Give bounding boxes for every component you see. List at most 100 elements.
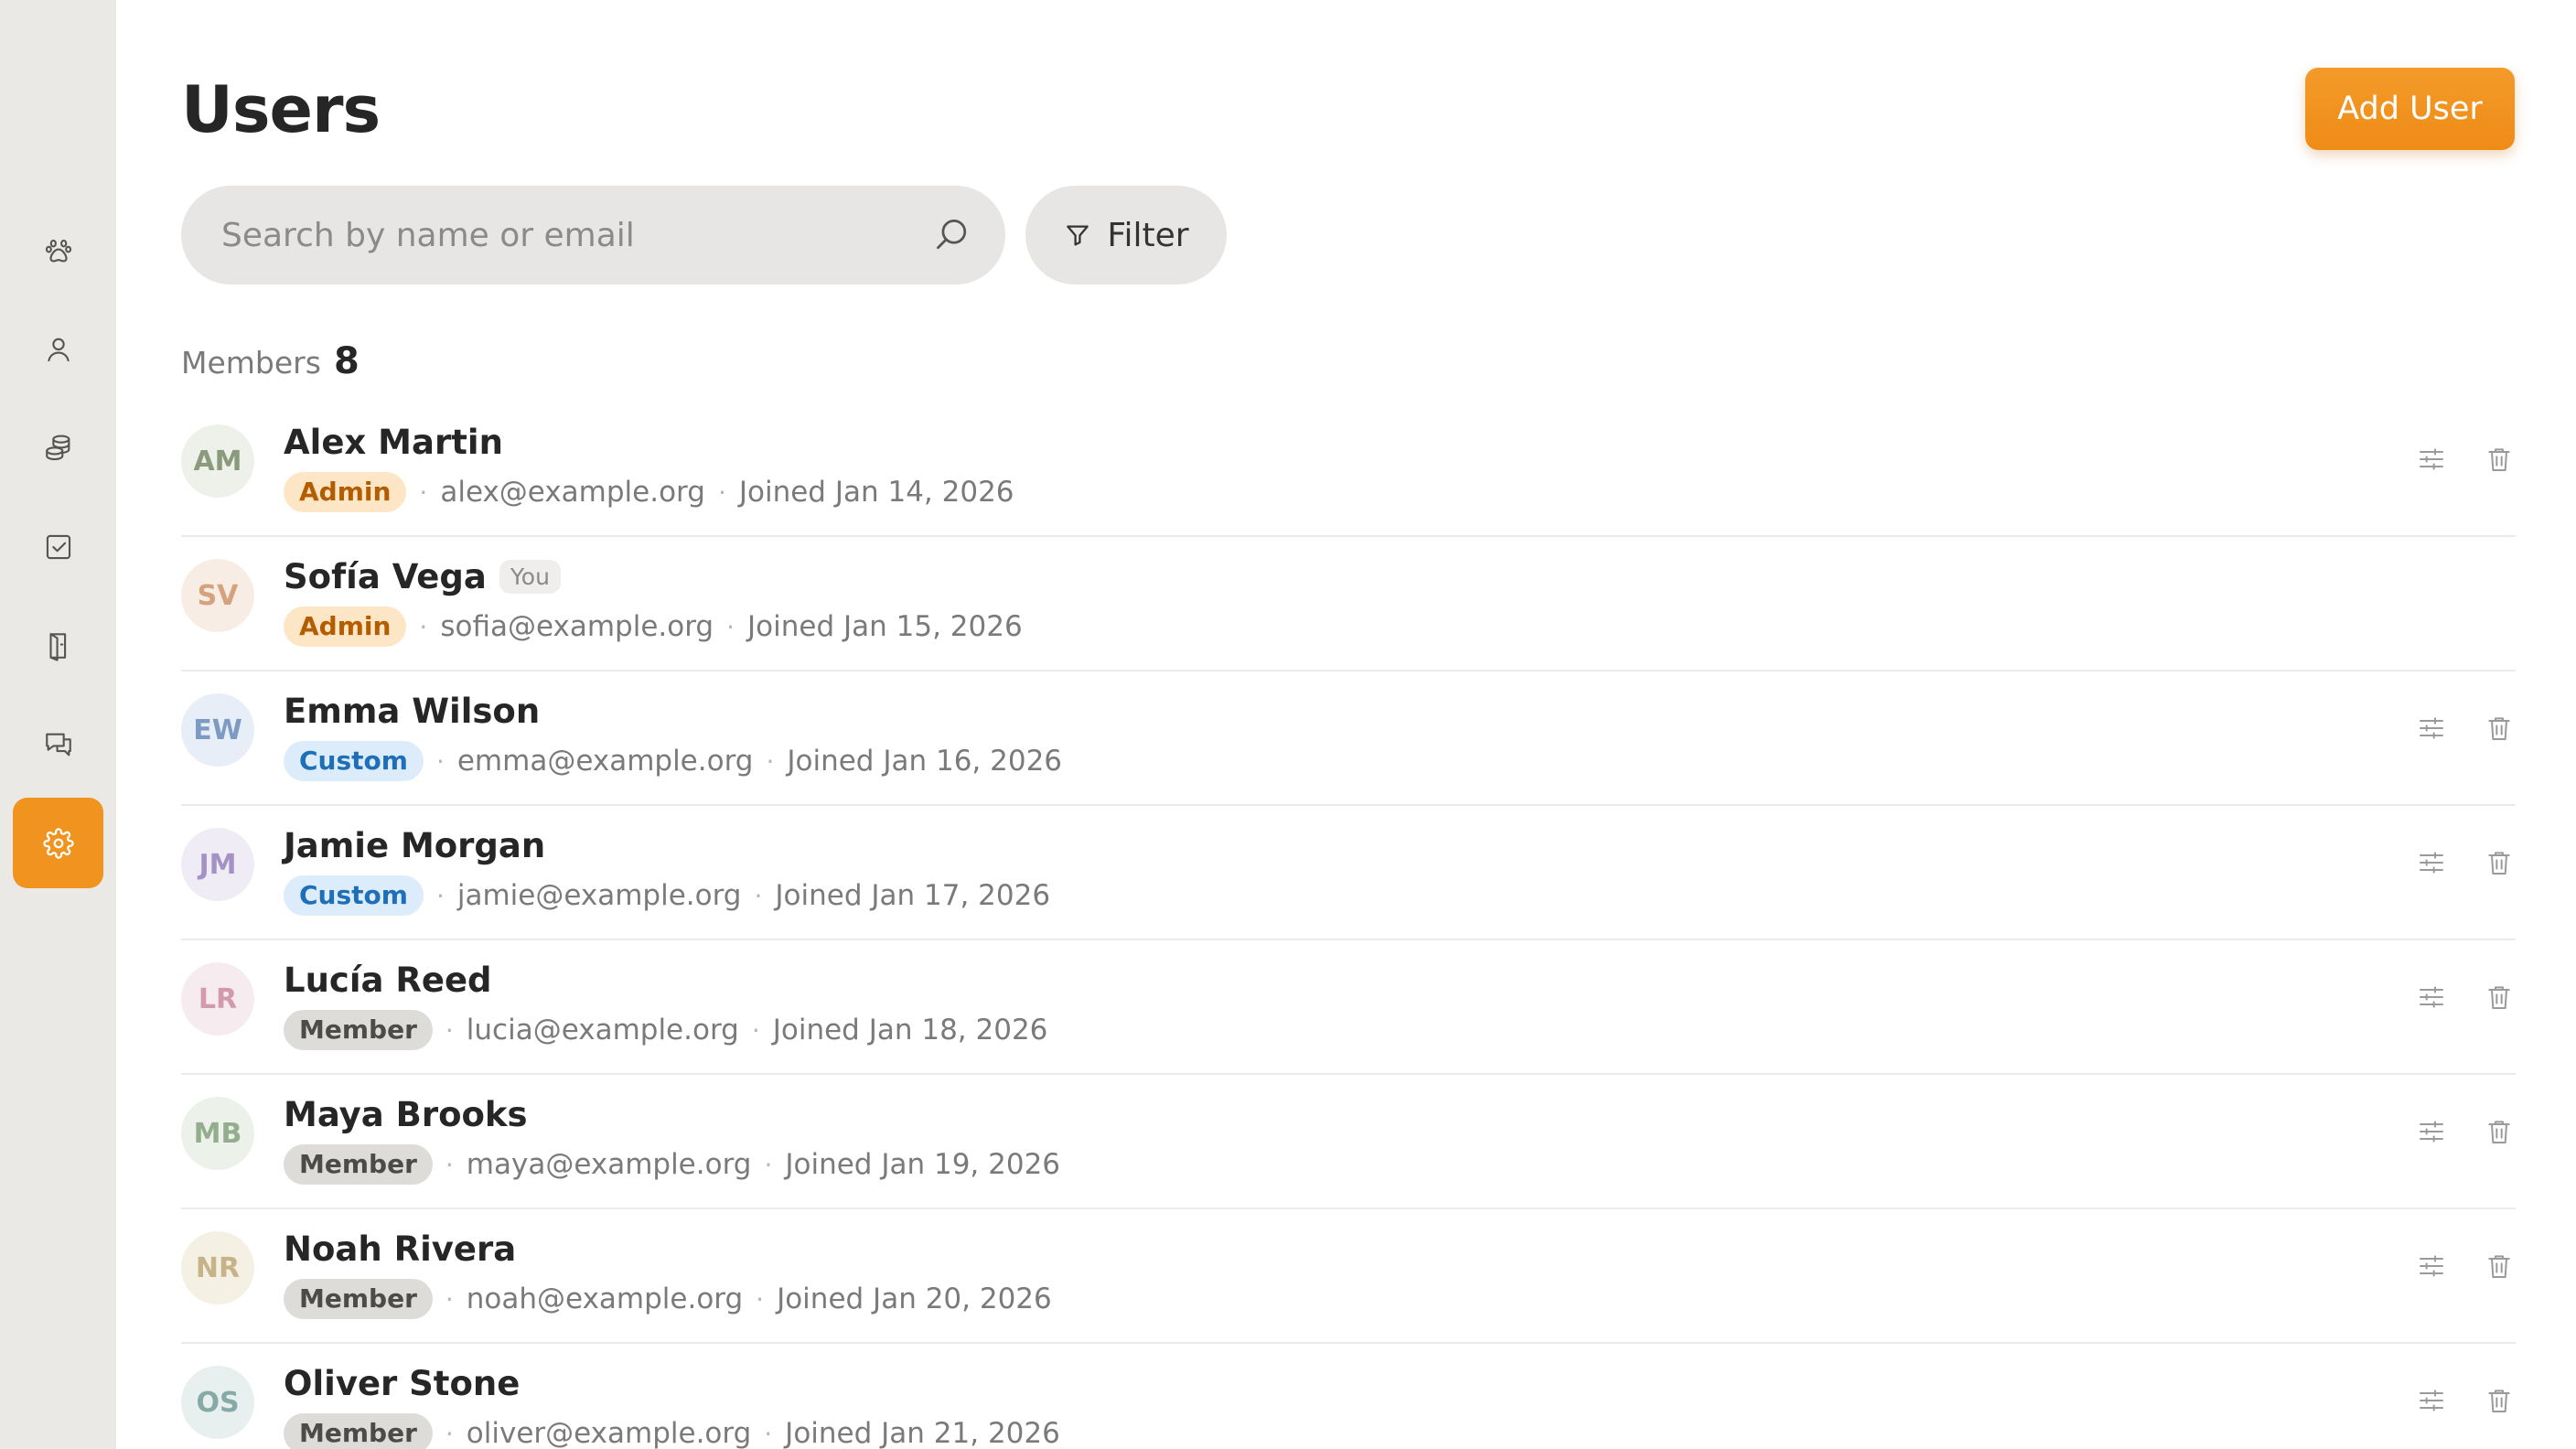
delete-user-button[interactable] <box>2483 712 2516 745</box>
trash-icon <box>2488 852 2510 875</box>
add-user-button[interactable]: Add User <box>2305 68 2515 150</box>
name-line: Emma Wilson <box>284 692 540 731</box>
sidebar-item-settings[interactable] <box>13 798 103 888</box>
trash-icon <box>2488 448 2510 471</box>
sliders-icon <box>2420 986 2443 1008</box>
sidebar-item-book[interactable] <box>13 600 103 691</box>
user-email: alex@example.org <box>440 476 705 509</box>
user-row[interactable]: SV Sofía Vega You Admin · sofia@example.… <box>181 537 2516 671</box>
coins-icon <box>45 434 70 460</box>
user-row[interactable]: AM Alex Martin Admin · alex@example.org … <box>181 402 2516 537</box>
meta-line: Member · lucia@example.org · Joined Jan … <box>284 1010 1047 1050</box>
separator-dot: · <box>717 477 726 508</box>
user-email: lucia@example.org <box>466 1014 739 1046</box>
trash-icon <box>2488 1255 2510 1278</box>
row-actions <box>2415 846 2516 879</box>
joined-date: Joined Jan 20, 2026 <box>777 1283 1052 1315</box>
sidebar-item-messages[interactable] <box>13 699 103 789</box>
search-icon[interactable] <box>932 215 972 255</box>
sidebar-item-paw[interactable] <box>13 205 103 295</box>
sliders-icon <box>2420 448 2443 470</box>
user-row[interactable]: OS Oliver Stone Member · oliver@example.… <box>181 1344 2516 1449</box>
edit-permissions-button[interactable] <box>2415 1384 2448 1417</box>
avatar: OS <box>181 1366 254 1439</box>
separator-dot: · <box>766 746 775 777</box>
separator-dot: · <box>419 611 428 642</box>
role-badge: Member <box>284 1144 433 1185</box>
avatar: AM <box>181 424 254 498</box>
avatar-initials: SV <box>197 579 239 612</box>
user-row[interactable]: LR Lucía Reed Member · lucia@example.org… <box>181 940 2516 1075</box>
delete-user-button[interactable] <box>2483 1384 2516 1417</box>
separator-dot: · <box>445 1149 454 1180</box>
user-email: jamie@example.org <box>456 879 742 912</box>
avatar-initials: MB <box>193 1117 242 1150</box>
members-header: Members 8 <box>181 340 360 382</box>
user-row[interactable]: JM Jamie Morgan Custom · jamie@example.o… <box>181 806 2516 940</box>
edit-permissions-button[interactable] <box>2415 1115 2448 1148</box>
search-box[interactable] <box>181 186 1005 284</box>
book-icon <box>48 632 66 661</box>
user-row[interactable]: EW Emma Wilson Custom · emma@example.org… <box>181 671 2516 806</box>
separator-dot: · <box>445 1283 454 1315</box>
trash-icon <box>2488 717 2510 740</box>
meta-line: Admin · alex@example.org · Joined Jan 14… <box>284 472 1014 512</box>
row-actions <box>2415 981 2516 1014</box>
meta-line: Member · maya@example.org · Joined Jan 1… <box>284 1144 1060 1185</box>
row-actions <box>2415 443 2516 476</box>
filter-label: Filter <box>1107 216 1189 254</box>
sidebar-item-tasks[interactable] <box>13 501 103 592</box>
name-line: Lucía Reed <box>284 961 492 1000</box>
name-line: Oliver Stone <box>284 1364 520 1403</box>
avatar-initials: AM <box>193 445 242 478</box>
members-count: 8 <box>333 340 360 382</box>
avatar: EW <box>181 693 254 767</box>
separator-dot: · <box>419 477 428 508</box>
avatar-initials: JM <box>199 848 237 881</box>
avatar: SV <box>181 559 254 632</box>
row-actions <box>2415 712 2516 745</box>
user-name: Alex Martin <box>284 423 503 462</box>
filter-button[interactable]: Filter <box>1025 186 1227 284</box>
delete-user-button[interactable] <box>2483 443 2516 476</box>
avatar: LR <box>181 962 254 1036</box>
edit-permissions-button[interactable] <box>2415 1250 2448 1283</box>
sidebar-item-coins[interactable] <box>13 402 103 493</box>
user-row[interactable]: MB Maya Brooks Member · maya@example.org… <box>181 1075 2516 1209</box>
meta-line: Custom · emma@example.org · Joined Jan 1… <box>284 741 1062 781</box>
role-badge: Admin <box>284 606 407 647</box>
sliders-icon <box>2420 717 2443 739</box>
avatar: MB <box>181 1097 254 1170</box>
role-badge: Member <box>284 1413 433 1449</box>
separator-dot: · <box>445 1014 454 1046</box>
delete-user-button[interactable] <box>2483 1250 2516 1283</box>
search-input[interactable] <box>221 216 932 254</box>
delete-user-button[interactable] <box>2483 1115 2516 1148</box>
edit-permissions-button[interactable] <box>2415 443 2448 476</box>
sliders-icon <box>2420 852 2443 874</box>
separator-dot: · <box>726 611 735 642</box>
user-email: maya@example.org <box>466 1148 752 1181</box>
sliders-icon <box>2420 1390 2443 1411</box>
delete-user-button[interactable] <box>2483 846 2516 879</box>
user-name: Emma Wilson <box>284 692 541 731</box>
funnel-icon <box>1067 225 1089 246</box>
user-name: Noah Rivera <box>284 1229 517 1269</box>
user-email: sofia@example.org <box>440 610 714 643</box>
you-badge: You <box>499 560 561 594</box>
edit-permissions-button[interactable] <box>2415 712 2448 745</box>
separator-dot: · <box>764 1149 773 1180</box>
gear-icon <box>42 827 74 859</box>
separator-dot: · <box>445 1418 454 1449</box>
sidebar-item-user[interactable] <box>13 304 103 394</box>
separator-dot: · <box>754 880 763 911</box>
meta-line: Member · noah@example.org · Joined Jan 2… <box>284 1279 1052 1319</box>
separator-dot: · <box>435 746 445 777</box>
edit-permissions-button[interactable] <box>2415 846 2448 879</box>
user-email: oliver@example.org <box>466 1417 752 1449</box>
joined-date: Joined Jan 19, 2026 <box>785 1148 1061 1181</box>
edit-permissions-button[interactable] <box>2415 981 2448 1014</box>
delete-user-button[interactable] <box>2483 981 2516 1014</box>
page-title: Users <box>181 72 381 147</box>
user-row[interactable]: NR Noah Rivera Member · noah@example.org… <box>181 1209 2516 1344</box>
